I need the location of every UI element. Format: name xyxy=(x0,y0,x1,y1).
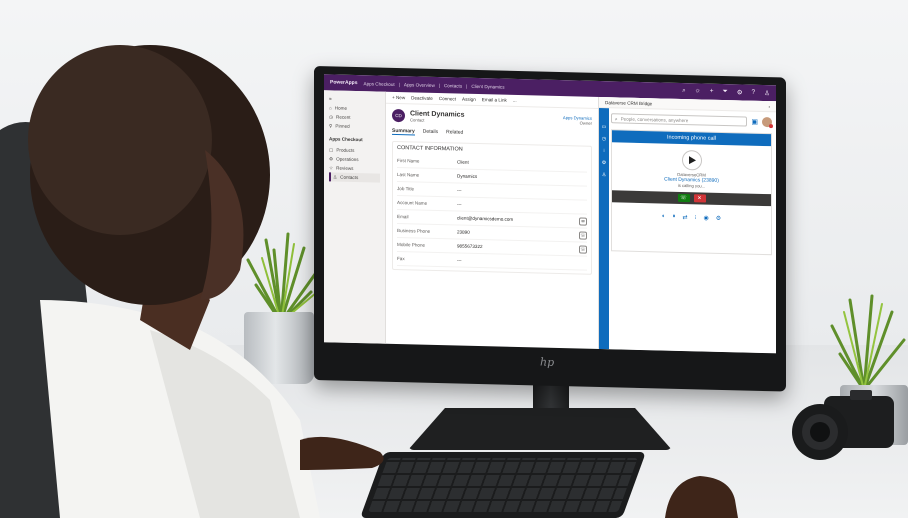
call-tools: ◐ ⏸ ⇄ ⁝ ◉ ⚙ xyxy=(612,212,771,223)
breadcrumb-separator: | xyxy=(466,83,468,89)
avatar[interactable] xyxy=(762,116,772,128)
breadcrumb-item[interactable]: Client Dynamics xyxy=(471,83,504,89)
keypad-icon[interactable]: ⁝ xyxy=(695,214,697,221)
search-placeholder: People, conversations, anywhere xyxy=(620,115,689,123)
help-icon[interactable]: ? xyxy=(752,89,756,97)
bridge-search-row: ⌕ People, conversations, anywhere ▣ xyxy=(611,111,772,129)
hand-right xyxy=(665,476,738,518)
call-controls: ☏ ✕ xyxy=(612,190,771,207)
search-icon: ⌕ xyxy=(615,115,618,121)
play-logo-icon xyxy=(688,156,696,165)
email-field[interactable]: client@dynamicsdemo.com xyxy=(457,215,579,223)
tab-details[interactable]: Details xyxy=(423,129,438,136)
tab-related[interactable]: Related xyxy=(446,129,463,136)
lightbulb-icon[interactable]: ☼ xyxy=(695,87,701,95)
email-link-button[interactable]: Email a Link xyxy=(482,97,507,103)
camera xyxy=(792,390,894,460)
hold-icon[interactable]: ⏸ xyxy=(673,214,676,221)
incoming-call-card: Incoming phone call DataverseCRM Client … xyxy=(611,129,772,256)
plant-right xyxy=(830,294,906,392)
gear-icon[interactable]: ⚙ xyxy=(737,88,743,96)
settings-icon[interactable]: ⚙ xyxy=(716,215,721,222)
owner-label: Owner xyxy=(579,119,592,126)
bridge-rail: ▭ ◷ ⁝ ⚙ ♙ xyxy=(599,107,609,350)
owner-link[interactable]: Apps Dynamics xyxy=(563,115,592,121)
breadcrumb-item[interactable]: Contacts xyxy=(444,83,462,88)
reject-call-button[interactable]: ✕ xyxy=(693,194,706,203)
transfer-icon[interactable]: ⇄ xyxy=(683,214,688,221)
owner-block: Apps Dynamics Owner xyxy=(563,115,592,126)
record-header: CD Client Dynamics Contact Apps Dynamics… xyxy=(392,108,592,127)
last-name-input[interactable]: Dynamics xyxy=(457,173,587,181)
crm-bridge-panel: Dataverse CRM Bridge › ▭ ◷ ⁝ ⚙ ♙ ⌕ Peopl… xyxy=(598,96,776,354)
mute-icon[interactable]: ◐ xyxy=(662,214,666,221)
business-phone-input[interactable]: 23890 xyxy=(457,229,579,237)
account-name-input[interactable]: --- xyxy=(457,201,587,209)
close-icon: ✕ xyxy=(697,195,702,202)
plus-icon[interactable]: + xyxy=(710,88,714,96)
topbar-icons: ⌕ ☼ + ⏷ ⚙ ? ♙ xyxy=(682,87,770,97)
fax-input[interactable]: --- xyxy=(457,257,587,265)
mobile-phone-input[interactable]: 9855673322 xyxy=(457,243,579,251)
job-title-input[interactable]: --- xyxy=(457,187,587,195)
caller-logo xyxy=(681,149,702,171)
person xyxy=(0,45,384,518)
people-search-input[interactable]: ⌕ People, conversations, anywhere xyxy=(611,113,748,127)
clipboard-icon[interactable]: ▣ xyxy=(751,118,758,126)
record-icon[interactable]: ◉ xyxy=(703,215,708,222)
incoming-call-banner: Incoming phone call xyxy=(612,130,771,147)
connect-button[interactable]: Connect xyxy=(439,96,456,101)
history-icon[interactable]: ◷ xyxy=(602,136,606,142)
accept-call-button[interactable]: ☏ xyxy=(677,193,690,203)
settings-icon[interactable]: ⚙ xyxy=(602,160,606,166)
first-name-input[interactable]: Client xyxy=(457,159,587,167)
record-tabs: Summary Details Related xyxy=(392,127,592,140)
phone-icon: ☏ xyxy=(680,194,687,202)
search-icon[interactable]: ⌕ xyxy=(682,87,686,95)
mail-icon[interactable]: ✉ xyxy=(579,216,587,226)
monitor-stand-base xyxy=(408,408,672,450)
dialpad-icon[interactable]: ⁝ xyxy=(603,148,605,154)
chevron-right-icon[interactable]: › xyxy=(768,104,770,109)
contact-information-section: CONTACT INFORMATION First Name Client La… xyxy=(392,140,592,275)
assign-button[interactable]: Assign xyxy=(462,97,476,102)
contacts-icon[interactable]: ♙ xyxy=(602,172,606,178)
phone-icon[interactable]: ☏ xyxy=(579,244,587,254)
user-icon[interactable]: ♙ xyxy=(764,89,770,97)
monitor-logo: hp xyxy=(540,355,555,369)
bridge-title: Dataverse CRM Bridge xyxy=(605,99,653,106)
chat-icon[interactable]: ▭ xyxy=(602,124,607,130)
filter-icon[interactable]: ⏷ xyxy=(723,88,728,96)
breadcrumb-separator: | xyxy=(438,82,440,88)
phone-icon[interactable]: ☏ xyxy=(579,230,587,240)
more-button[interactable]: ... xyxy=(513,98,517,103)
